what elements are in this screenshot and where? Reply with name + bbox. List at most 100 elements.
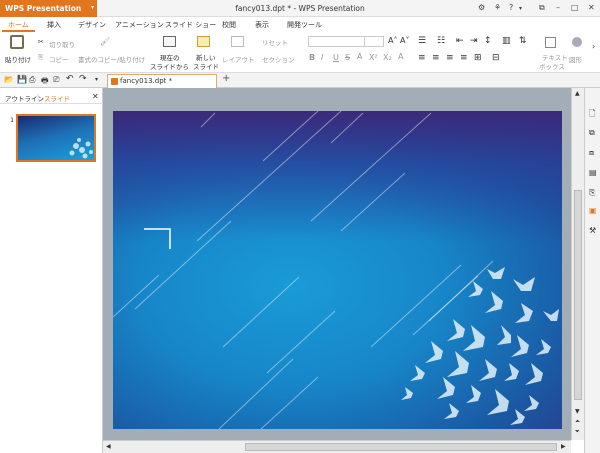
shape-button[interactable]: 図形 bbox=[569, 54, 582, 64]
bold-button[interactable]: B bbox=[309, 53, 315, 62]
grow-font-icon[interactable]: A˄ bbox=[388, 36, 397, 45]
vertical-scrollbar[interactable]: ▲ ▼ ⏶ ⏷ bbox=[571, 88, 584, 440]
undo-icon[interactable]: ↶ bbox=[66, 74, 74, 84]
slides-pane: アウトライン | スライド ✕ 1 bbox=[0, 88, 103, 453]
tab-slideshow[interactable]: スライド ショー bbox=[165, 20, 216, 30]
pdf-icon[interactable]: ▣ bbox=[589, 206, 597, 215]
title-bar: WPS Presentation ▾ fancy013.dpt * - WPS P… bbox=[0, 0, 600, 17]
slide-canvas[interactable] bbox=[113, 111, 562, 429]
maximize-icon[interactable]: □ bbox=[571, 3, 579, 12]
horizontal-scrollbar[interactable]: ◀ ▶ bbox=[103, 440, 571, 453]
export-icon[interactable]: ⎙ bbox=[29, 75, 35, 85]
help-icon[interactable]: ? bbox=[509, 3, 513, 12]
chevron-down-icon[interactable]: ▾ bbox=[519, 5, 522, 12]
tab-review[interactable]: 校閲 bbox=[222, 20, 236, 30]
transition-icon[interactable]: ⧈ bbox=[589, 148, 594, 158]
justify-icon[interactable]: ≡ bbox=[460, 53, 468, 63]
tab-home[interactable]: ホーム bbox=[2, 17, 35, 32]
horizontal-scroll-thumb[interactable] bbox=[245, 443, 557, 451]
new-slide-line2[interactable]: スライド bbox=[193, 61, 219, 71]
vertical-scroll-thumb[interactable] bbox=[574, 190, 582, 400]
animation-pane-icon[interactable]: ▤ bbox=[589, 168, 597, 177]
new-file-icon[interactable]: 🗋 bbox=[589, 108, 595, 122]
font-color-icon[interactable]: A bbox=[398, 52, 403, 61]
minimize-icon[interactable]: – bbox=[556, 3, 560, 12]
align-right-icon[interactable]: ≡ bbox=[446, 53, 454, 63]
layout-button[interactable]: レイアウト bbox=[222, 54, 255, 64]
preview-icon[interactable]: ⎚ bbox=[53, 75, 59, 85]
from-current-line2[interactable]: スライドから bbox=[150, 61, 189, 71]
copy-icon: ⎘ bbox=[38, 53, 44, 61]
prev-slide-icon[interactable]: ⏶ bbox=[575, 418, 580, 426]
shrink-font-icon[interactable]: A˅ bbox=[400, 36, 409, 45]
layout-icon bbox=[231, 36, 244, 47]
tab-slides[interactable]: スライド bbox=[44, 93, 70, 103]
reset-button[interactable]: リセット bbox=[262, 37, 288, 47]
scroll-left-icon[interactable]: ◀ bbox=[106, 443, 111, 450]
print-icon[interactable]: 🖶 bbox=[41, 75, 49, 89]
presentation-file-icon bbox=[111, 78, 118, 85]
share-icon[interactable]: ⚘ bbox=[494, 3, 501, 12]
save-icon[interactable]: 💾 bbox=[17, 75, 27, 84]
scroll-up-icon[interactable]: ▲ bbox=[575, 90, 580, 97]
close-pane-icon[interactable]: ✕ bbox=[92, 92, 99, 101]
scroll-down-icon[interactable]: ▼ bbox=[575, 408, 580, 415]
tab-developer[interactable]: 開発ツール bbox=[287, 20, 322, 30]
slideshow-from-current-icon bbox=[163, 36, 176, 47]
strikethrough-button[interactable]: S bbox=[345, 53, 350, 62]
pane-header: アウトライン | スライド ✕ bbox=[0, 88, 103, 104]
task-pane-bar: 🗋 ⧉ ⧈ ▤ ⎘ ▣ ⚒ bbox=[584, 88, 600, 453]
scroll-right-icon[interactable]: ▶ bbox=[561, 443, 566, 450]
distribute-icon[interactable]: ⊞ bbox=[474, 53, 482, 63]
tab-insert[interactable]: 挿入 bbox=[47, 20, 61, 30]
tab-animation[interactable]: アニメーション bbox=[115, 20, 164, 30]
butterfly-cluster bbox=[401, 267, 559, 425]
subscript-icon[interactable]: X₂ bbox=[383, 53, 392, 62]
section-button[interactable]: セクション bbox=[262, 54, 295, 64]
shape-icon bbox=[572, 37, 582, 47]
align-left-icon[interactable]: ≡ bbox=[418, 53, 426, 63]
numbering-icon[interactable]: ☷ bbox=[437, 36, 445, 46]
decrease-indent-icon[interactable]: ⇤ bbox=[456, 36, 464, 46]
next-slide-icon[interactable]: ⏷ bbox=[575, 428, 580, 436]
align-center-icon[interactable]: ≡ bbox=[432, 53, 440, 63]
format-painter-icon: 🖌 bbox=[100, 37, 111, 46]
quick-access-bar: 📂 💾 ⎙ 🖶 ⎚ ↶ ↷ ▾ fancy013.dpt * + bbox=[0, 73, 600, 88]
increase-indent-icon[interactable]: ⇥ bbox=[470, 36, 478, 46]
copy-button[interactable]: コピー bbox=[49, 54, 69, 64]
columns-icon[interactable]: ▥ bbox=[502, 36, 511, 46]
close-icon[interactable]: ✕ bbox=[588, 3, 595, 12]
customize-chevron-icon[interactable]: ▾ bbox=[95, 76, 98, 83]
tab-design[interactable]: デザイン bbox=[78, 20, 106, 30]
tab-separator: | bbox=[37, 93, 40, 101]
italic-button[interactable]: I bbox=[321, 53, 323, 62]
cut-button[interactable]: 切り取り bbox=[49, 39, 75, 49]
line-spacing-icon[interactable]: ↕ bbox=[484, 36, 492, 46]
new-tab-button[interactable]: + bbox=[222, 73, 230, 84]
restore-ribbon-icon[interactable]: ⧉ bbox=[539, 3, 545, 13]
align-text-icon[interactable]: ⊟ bbox=[492, 53, 500, 63]
ribbon-scroll-icon[interactable]: › bbox=[592, 42, 595, 51]
superscript-icon[interactable]: X² bbox=[369, 53, 378, 62]
tools-icon[interactable]: ⚒ bbox=[589, 226, 596, 235]
skin-icon[interactable]: ⚙ bbox=[478, 3, 485, 12]
open-folder-icon[interactable]: 📂 bbox=[4, 75, 14, 84]
paste-button[interactable]: 貼り付け bbox=[5, 54, 31, 64]
bullets-icon[interactable]: ☰ bbox=[418, 36, 426, 46]
text-direction-icon[interactable]: ⇅ bbox=[519, 36, 527, 46]
format-painter-button[interactable]: 書式のコピー/貼り付け bbox=[78, 54, 145, 64]
slide-rain-lines bbox=[113, 111, 559, 429]
scissors-icon: ✂ bbox=[38, 38, 44, 46]
tab-view[interactable]: 表示 bbox=[255, 20, 269, 30]
underline-button[interactable]: U bbox=[333, 53, 339, 62]
paste-icon[interactable] bbox=[10, 35, 24, 49]
slide-thumbnail[interactable] bbox=[16, 114, 96, 162]
textbox-line2[interactable]: ボックス bbox=[539, 61, 565, 71]
copy-pane-icon[interactable]: ⧉ bbox=[589, 128, 595, 138]
backup-icon[interactable]: ⎘ bbox=[589, 188, 595, 198]
redo-icon[interactable]: ↷ bbox=[79, 74, 87, 84]
font-size-select[interactable] bbox=[364, 36, 384, 47]
font-effect-icon[interactable]: A bbox=[357, 52, 362, 61]
document-tab[interactable]: fancy013.dpt * bbox=[107, 74, 217, 88]
slide-number: 1 bbox=[10, 116, 15, 124]
